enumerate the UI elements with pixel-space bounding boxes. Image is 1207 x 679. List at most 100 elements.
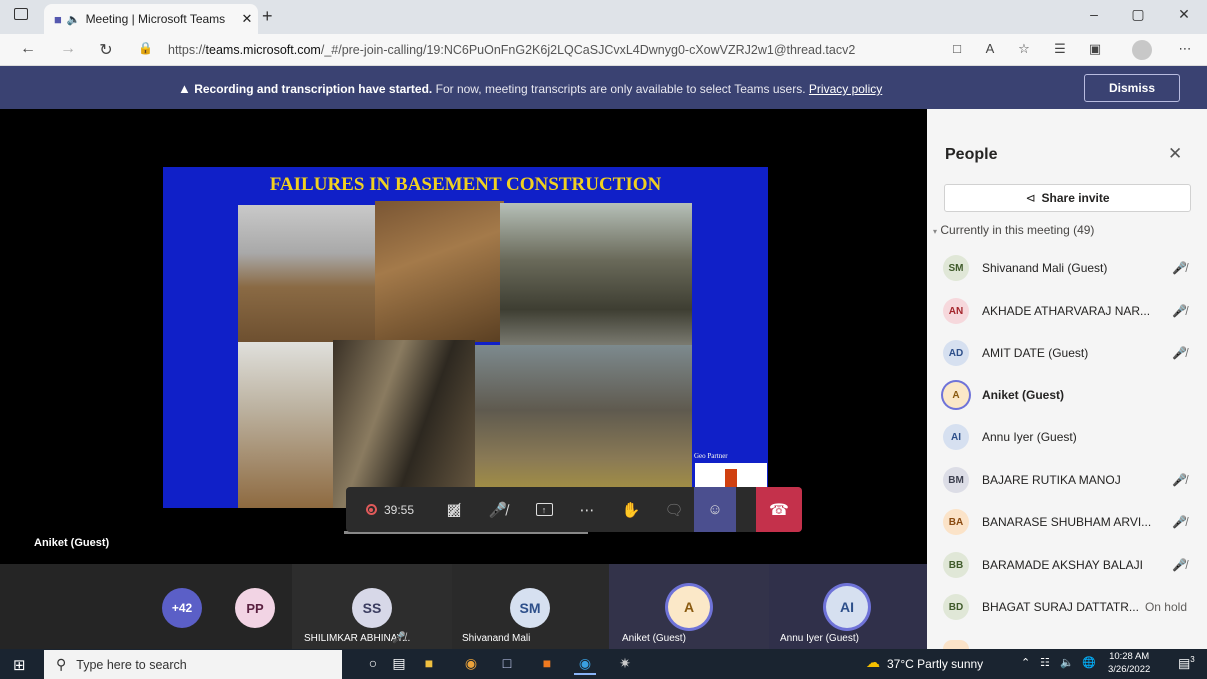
task-view-icon[interactable]: ▤ [388,655,410,675]
taskbar-search-box[interactable]: ⚲ Type here to search [44,650,342,679]
banner-bold-text: Recording and transcription have started… [194,82,433,96]
muted-mic-icon: 🎤̸ [1172,473,1187,487]
read-aloud-icon[interactable]: A [980,41,1000,56]
share-screen-icon: ↑ [535,503,553,516]
camera-off-button[interactable]: ▩̸ [434,487,474,532]
muted-mic-icon: 🎤̸ [1172,346,1187,360]
participant-name: Aniket (Guest) [982,388,1065,402]
participant-row[interactable]: AI Annu Iyer (Guest) [943,421,1193,453]
participant-avatar: SS [352,588,392,628]
dismiss-button[interactable]: Dismiss [1084,74,1180,102]
favorites-list-icon[interactable]: ☰ [1050,41,1070,57]
tab-title: Meeting | Microsoft Teams [85,12,226,26]
forward-icon[interactable]: → [58,40,78,58]
network-icon[interactable]: ☷ [1040,656,1050,669]
lock-icon[interactable]: 🔒 [138,41,153,55]
refresh-icon[interactable]: ↻ [96,40,116,60]
search-icon: ⚲ [56,656,67,672]
tray-overflow-icon[interactable]: ⌃ [1021,656,1030,669]
search-placeholder: Type here to search [76,657,187,672]
participant-name: BHAGAT SURAJ DATTATR... [982,600,1139,614]
chat-button[interactable]: 🗨 [654,487,694,532]
close-panel-icon[interactable]: ✕ [1168,144,1182,164]
participant-row[interactable]: BM BAJARE RUTIKA MANOJ 🎤̸ [943,464,1193,496]
mic-off-icon: 🎤̸ [488,501,508,519]
participant-row[interactable]: BA BANARASE SHUBHAM ARVI... 🎤̸ [943,506,1193,538]
new-tab-button[interactable]: + [262,6,273,27]
edge-icon[interactable]: ◉ [574,655,596,675]
participant-row[interactable]: SM Shivanand Mali (Guest) 🎤̸ [943,252,1193,284]
volume-icon[interactable]: 🔈 [1060,656,1074,669]
hang-up-icon: ☎ [769,501,789,519]
participant-row[interactable]: AD AMIT DATE (Guest) 🎤̸ [943,337,1193,369]
photo-site-5 [333,340,475,508]
participant-avatar: AN [943,298,969,324]
shared-slide [163,167,768,508]
photo-site-6 [475,345,692,508]
cortana-icon[interactable]: ○ [362,655,384,675]
back-icon[interactable]: ← [18,40,38,58]
participant-row[interactable]: BD BHAGAT SURAJ DATTATR... On hold [943,591,1193,623]
weather-text[interactable]: 37°C Partly sunny [887,657,983,671]
more-actions-button[interactable]: ⋯ [566,487,608,532]
speaker-icon[interactable]: 🔈 [67,13,81,26]
recording-banner-text: ▲ Recording and transcription have start… [178,81,882,96]
raise-hand-button[interactable]: ✋ [608,487,654,532]
file-explorer-icon[interactable]: ■ [418,655,440,675]
more-icon: ⋯ [579,501,595,519]
windows-start-icon[interactable]: ⊞ [13,656,26,674]
taskbar-clock[interactable]: 10:28 AM 3/26/2022 [1108,650,1150,676]
notification-icon[interactable]: ▤3 [1178,655,1195,671]
browser-tab[interactable]: ■ 🔈 Meeting | Microsoft Teams ✕ [44,4,258,34]
participant-row[interactable]: A Aniket (Guest) [943,379,1193,411]
leave-call-button[interactable]: ☎ [756,487,802,532]
tab-close-icon[interactable]: ✕ [236,11,258,27]
share-invite-button[interactable]: ⊲ Share invite [944,184,1191,212]
weather-icon[interactable]: ☁ [866,654,880,671]
people-button[interactable]: ☺ [694,487,736,532]
maximize-button[interactable]: ▢ [1120,6,1156,23]
address-input[interactable]: https://teams.microsoft.com/_#/pre-join-… [168,39,855,61]
collapse-icon: ▾ [933,227,938,236]
collections-icon[interactable]: ▣ [1085,41,1105,57]
participant-name: BARAMADE AKSHAY BALAJI [982,558,1143,572]
clock-time: 10:28 AM [1109,651,1150,662]
muted-mic-icon: 🎤̸ [392,632,406,644]
minimize-button[interactable]: – [1076,6,1112,22]
meeting-control-bar: 39:55 ▩̸ 🎤̸ ↑ ⋯ ✋ 🗨 ☺ ☎ [346,487,802,532]
participant-avatar: AI [943,424,969,450]
more-menu-icon[interactable]: ⋯ [1175,41,1195,57]
share-content-button[interactable]: ↑ [522,487,566,532]
participant-name: AMIT DATE (Guest) [982,346,1089,360]
profile-avatar[interactable] [1132,40,1152,60]
section-label: Currently in this meeting (49) [940,223,1095,237]
close-window-button[interactable]: ✕ [1166,6,1202,23]
timer-text: 39:55 [383,502,415,517]
url-host: teams.microsoft.com [205,43,321,57]
participant-avatar: SM [510,588,550,628]
privacy-policy-link[interactable]: Privacy policy [809,82,882,96]
participant-name: AKHADE ATHARVARAJ NAR... [982,304,1151,318]
clock-date: 3/26/2022 [1108,664,1151,675]
participant-row[interactable]: AN AKHADE ATHARVARAJ NAR... 🎤̸ [943,295,1193,327]
mic-button[interactable]: 🎤̸ [474,487,522,532]
language-icon[interactable]: 🌐 [1082,656,1096,669]
paint-icon[interactable]: ✷ [614,655,636,675]
chrome-icon[interactable]: ◉ [460,655,482,675]
participant-name: Shivanand Mali (Guest) [982,261,1108,275]
participant-row[interactable]: BB BARAMADE AKSHAY BALAJI 🎤̸ [943,549,1193,581]
participant-name: BANARASE SHUBHAM ARVI... [982,515,1152,529]
app-icon[interactable]: ■ [536,655,558,675]
tab-actions-icon[interactable] [14,8,28,20]
muted-mic-icon: 🎤̸ [1172,304,1187,318]
app-view-icon[interactable]: □ [947,41,967,56]
people-panel-title: People [945,146,998,163]
in-meeting-section-header[interactable]: ▾ Currently in this meeting (49) [933,223,1094,237]
active-participant-name: Aniket (Guest) [34,537,110,549]
participant-name: Aniket (Guest) [622,633,686,644]
overflow-participants-button[interactable]: +42 [162,588,202,628]
photo-site-3 [500,203,692,345]
favorite-icon[interactable]: ☆ [1014,41,1034,57]
photo-site-2 [375,201,504,342]
notepad-icon[interactable]: □ [496,655,518,675]
